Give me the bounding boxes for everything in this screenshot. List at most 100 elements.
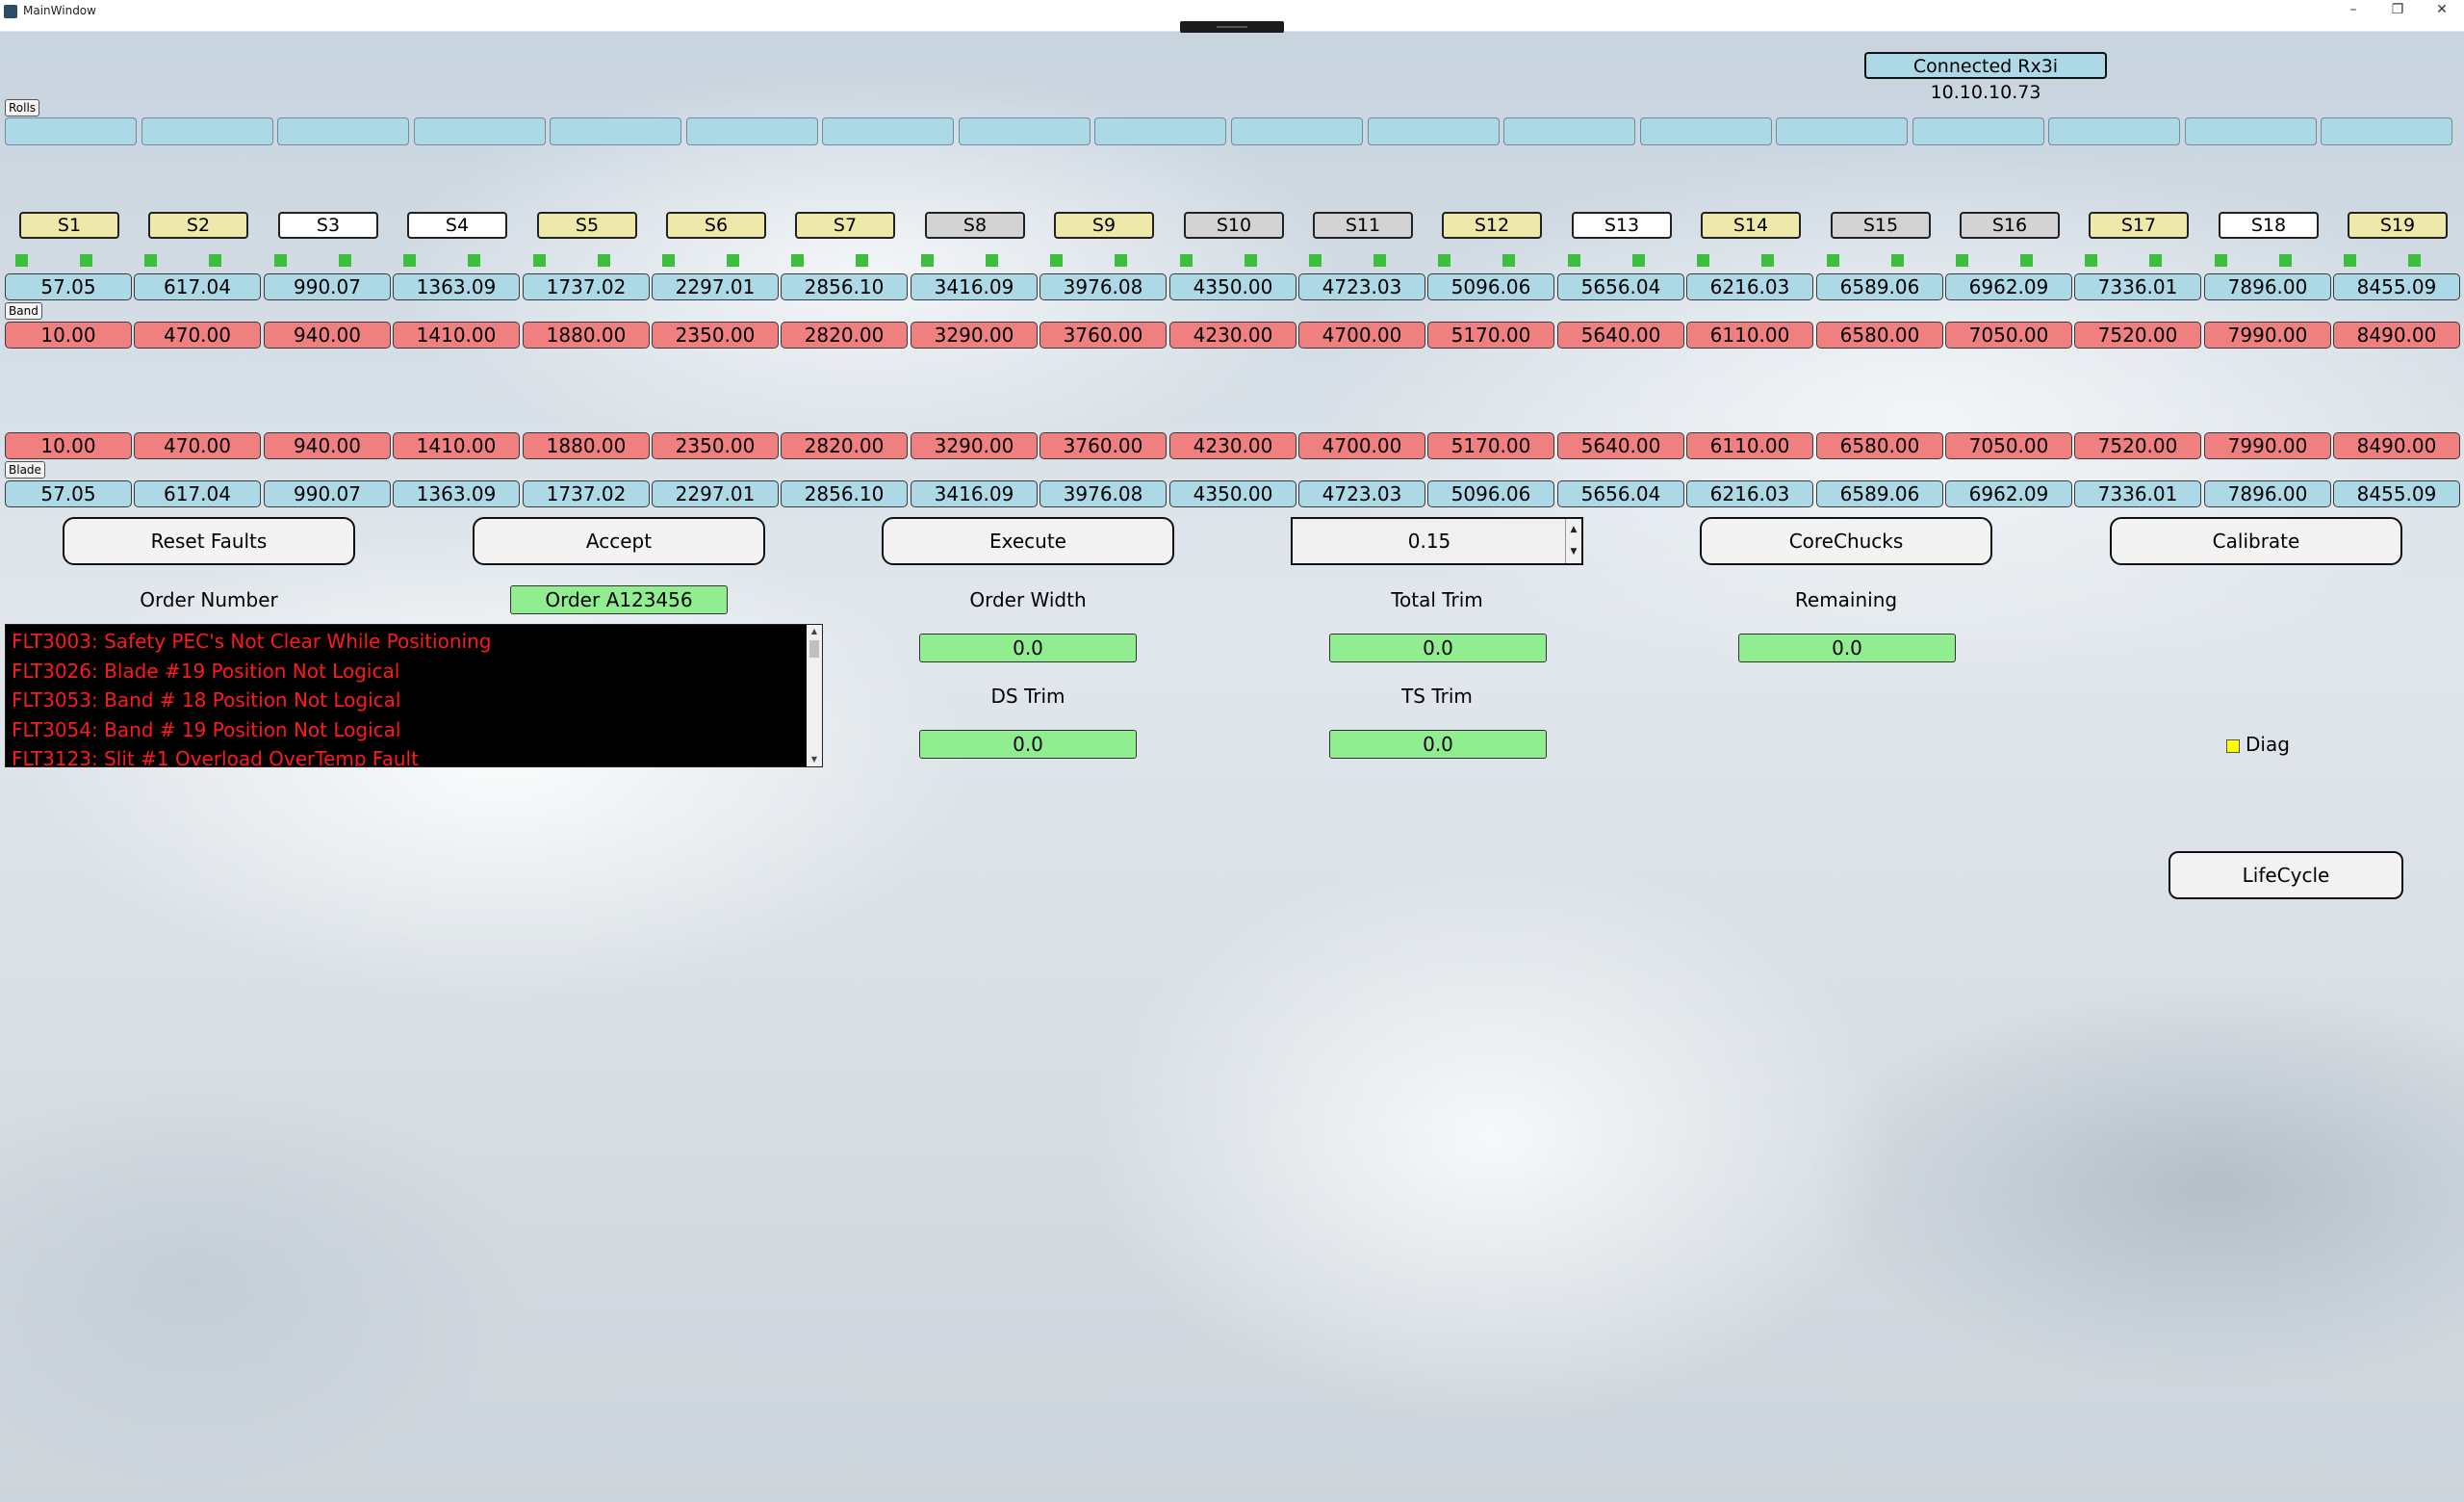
blade-actual-cell[interactable]: 7896.00 <box>2204 480 2331 507</box>
blade-target-cell[interactable]: 5640.00 <box>1557 432 1684 459</box>
blade-target-cell[interactable]: 1410.00 <box>393 432 520 459</box>
spinner-value[interactable]: 0.15 <box>1293 519 1566 563</box>
fault-item[interactable]: FLT3026: Blade #19 Position Not Logical <box>12 657 801 686</box>
band-target-cell[interactable]: 7990.00 <box>2204 322 2331 349</box>
blade-target-cell[interactable]: 7050.00 <box>1945 432 2072 459</box>
corechucks-button[interactable]: CoreChucks <box>1700 517 1992 565</box>
blade-target-cell[interactable]: 7520.00 <box>2074 432 2201 459</box>
band-actual-cell[interactable]: 1363.09 <box>393 273 520 300</box>
execute-button[interactable]: Execute <box>882 517 1174 565</box>
blade-actual-cell[interactable]: 6589.06 <box>1816 480 1943 507</box>
roll-segment[interactable] <box>1912 117 2044 145</box>
chevron-down-icon[interactable]: ▼ <box>1566 541 1581 563</box>
blade-target-cell[interactable]: 6580.00 <box>1816 432 1943 459</box>
blade-actual-cell[interactable]: 617.04 <box>134 480 261 507</box>
slit-button[interactable]: S8 <box>925 212 1025 239</box>
blade-target-cell[interactable]: 940.00 <box>264 432 391 459</box>
blade-actual-cell[interactable]: 1363.09 <box>393 480 520 507</box>
band-actual-cell[interactable]: 7896.00 <box>2204 273 2331 300</box>
blade-target-cell[interactable]: 6110.00 <box>1686 432 1813 459</box>
band-target-cell[interactable]: 1880.00 <box>523 322 650 349</box>
slit-button[interactable]: S17 <box>2089 212 2189 239</box>
scroll-up-icon[interactable]: ▲ <box>807 625 822 638</box>
blade-target-cell[interactable]: 7990.00 <box>2204 432 2331 459</box>
blade-actual-cell[interactable]: 6962.09 <box>1945 480 2072 507</box>
accept-button[interactable]: Accept <box>473 517 765 565</box>
slit-button[interactable]: S5 <box>537 212 637 239</box>
blade-actual-cell[interactable]: 990.07 <box>264 480 391 507</box>
band-target-cell[interactable]: 470.00 <box>134 322 261 349</box>
band-target-cell[interactable]: 2820.00 <box>781 322 908 349</box>
blade-target-cell[interactable]: 2820.00 <box>781 432 908 459</box>
blade-target-cell[interactable]: 3290.00 <box>911 432 1038 459</box>
blade-actual-cell[interactable]: 3416.09 <box>911 480 1038 507</box>
roll-segment[interactable] <box>1368 117 1500 145</box>
slit-button[interactable]: S4 <box>407 212 507 239</box>
band-target-cell[interactable]: 4700.00 <box>1298 322 1425 349</box>
roll-segment[interactable] <box>1231 117 1363 145</box>
slit-button[interactable]: S18 <box>2219 212 2319 239</box>
roll-segment[interactable] <box>5 117 137 145</box>
band-actual-cell[interactable]: 3976.08 <box>1040 273 1167 300</box>
blade-actual-cell[interactable]: 2297.01 <box>652 480 779 507</box>
band-actual-cell[interactable]: 2856.10 <box>781 273 908 300</box>
band-target-cell[interactable]: 3290.00 <box>911 322 1038 349</box>
band-actual-cell[interactable]: 8455.09 <box>2333 273 2460 300</box>
restore-icon[interactable]: ❐ <box>2375 0 2420 21</box>
total-trim-field[interactable]: 0.0 <box>1329 634 1547 662</box>
roll-segment[interactable] <box>414 117 546 145</box>
diag-indicator-icon[interactable] <box>2226 738 2240 753</box>
roll-segment[interactable] <box>2185 117 2317 145</box>
roll-segment[interactable] <box>2321 117 2452 145</box>
blade-target-cell[interactable]: 10.00 <box>5 432 132 459</box>
fault-item[interactable]: FLT3003: Safety PEC's Not Clear While Po… <box>12 627 801 657</box>
blade-actual-cell[interactable]: 2856.10 <box>781 480 908 507</box>
slit-button[interactable]: S7 <box>795 212 895 239</box>
ds-trim-field[interactable]: 0.0 <box>919 730 1137 759</box>
slit-button[interactable]: S12 <box>1442 212 1542 239</box>
band-target-cell[interactable]: 8490.00 <box>2333 322 2460 349</box>
calibrate-button[interactable]: Calibrate <box>2110 517 2402 565</box>
slit-button[interactable]: S16 <box>1960 212 2060 239</box>
blade-actual-cell[interactable]: 4350.00 <box>1169 480 1296 507</box>
roll-segment[interactable] <box>2048 117 2180 145</box>
blade-actual-cell[interactable]: 6216.03 <box>1686 480 1813 507</box>
band-target-cell[interactable]: 5170.00 <box>1427 322 1554 349</box>
fault-item[interactable]: FLT3123: Slit #1 Overload OverTemp Fault <box>12 744 801 766</box>
blade-actual-cell[interactable]: 1737.02 <box>523 480 650 507</box>
blade-actual-cell[interactable]: 4723.03 <box>1298 480 1425 507</box>
drag-handle[interactable] <box>1180 21 1284 33</box>
fault-item[interactable]: FLT3053: Band # 18 Position Not Logical <box>12 686 801 715</box>
band-actual-cell[interactable]: 1737.02 <box>523 273 650 300</box>
blade-actual-cell[interactable]: 8455.09 <box>2333 480 2460 507</box>
band-actual-cell[interactable]: 4723.03 <box>1298 273 1425 300</box>
remaining-field[interactable]: 0.0 <box>1738 634 1956 662</box>
band-target-cell[interactable]: 7050.00 <box>1945 322 2072 349</box>
band-actual-cell[interactable]: 6589.06 <box>1816 273 1943 300</box>
reset-faults-button[interactable]: Reset Faults <box>63 517 355 565</box>
lifecycle-button[interactable]: LifeCycle <box>2169 851 2403 899</box>
band-target-cell[interactable]: 10.00 <box>5 322 132 349</box>
band-actual-cell[interactable]: 7336.01 <box>2074 273 2201 300</box>
blade-target-cell[interactable]: 8490.00 <box>2333 432 2460 459</box>
close-icon[interactable]: ✕ <box>2420 0 2464 21</box>
blade-target-cell[interactable]: 3760.00 <box>1040 432 1167 459</box>
diag-checkbox[interactable]: Diag <box>2226 733 2290 756</box>
roll-segment[interactable] <box>1503 117 1635 145</box>
band-target-cell[interactable]: 6110.00 <box>1686 322 1813 349</box>
slit-button[interactable]: S15 <box>1831 212 1931 239</box>
band-actual-cell[interactable]: 5656.04 <box>1557 273 1684 300</box>
roll-segment[interactable] <box>550 117 681 145</box>
band-actual-cell[interactable]: 57.05 <box>5 273 132 300</box>
slit-button[interactable]: S19 <box>2348 212 2448 239</box>
scroll-down-icon[interactable]: ▼ <box>807 753 822 766</box>
blade-target-cell[interactable]: 4700.00 <box>1298 432 1425 459</box>
band-target-cell[interactable]: 6580.00 <box>1816 322 1943 349</box>
band-actual-cell[interactable]: 2297.01 <box>652 273 779 300</box>
chevron-up-icon[interactable]: ▲ <box>1566 519 1581 541</box>
band-actual-cell[interactable]: 617.04 <box>134 273 261 300</box>
slit-button[interactable]: S10 <box>1184 212 1284 239</box>
blade-actual-cell[interactable]: 3976.08 <box>1040 480 1167 507</box>
slit-button[interactable]: S9 <box>1054 212 1154 239</box>
slit-button[interactable]: S1 <box>19 212 119 239</box>
